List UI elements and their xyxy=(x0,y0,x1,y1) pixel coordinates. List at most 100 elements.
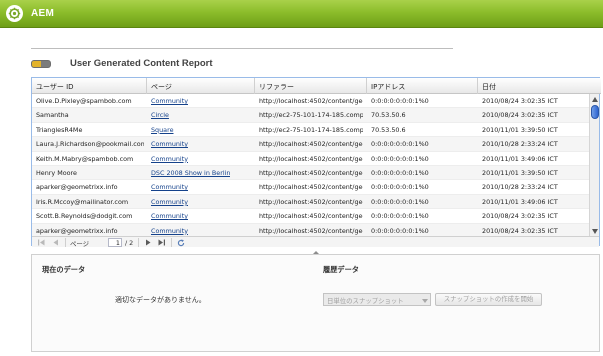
chevron-down-icon xyxy=(422,297,428,305)
cell-ip-address: 0:0:0:0:0:0:0:1%0 xyxy=(371,97,429,105)
vertical-scrollbar[interactable] xyxy=(589,94,599,236)
cell-date: 2010/11/01 3:39:50 ICT xyxy=(482,125,558,134)
cell-page-link[interactable]: Square xyxy=(151,126,174,134)
cell-user-id: Olive.D.Pixley@spambob.com xyxy=(36,97,132,105)
cell-ip-address: 70.53.50.6 xyxy=(371,111,406,120)
empty-data-message: 適切なデータがありません。 xyxy=(115,296,206,304)
table-row[interactable]: Laura.J.Richardson@pookmail.com Communit… xyxy=(32,137,590,152)
table-row[interactable]: aparker@geometrixx.info Community http:/… xyxy=(32,223,590,236)
divider xyxy=(31,48,453,49)
cell-ip-address: 0:0:0:0:0:0:0:1%0 xyxy=(371,226,429,235)
cell-user-id: aparker@geometrixx.info xyxy=(36,183,118,192)
cell-date: 2010/10/28 2:33:24 ICT xyxy=(482,140,558,149)
cell-referrer: http://localhost:4502/content/geo xyxy=(259,226,363,235)
cell-referrer: http://ec2-75-101-174-185.compu xyxy=(259,111,363,120)
cell-referrer: http://localhost:4502/content/geo xyxy=(259,168,363,177)
column-divider[interactable] xyxy=(254,78,255,94)
cell-ip-address: 0:0:0:0:0:0:0:1%0 xyxy=(371,168,429,177)
snapshot-panel: 現在のデータ 適切なデータがありません。 履歴データ 日単位のスナップショット … xyxy=(31,254,600,352)
scroll-up-icon[interactable] xyxy=(591,95,599,103)
cell-page-link[interactable]: Community xyxy=(151,183,188,191)
grid-header: ユーザー ID ページ リファラー IPアドレス 日付 xyxy=(32,78,601,94)
cell-user-id: TrianglesR4Me xyxy=(36,125,83,134)
cell-ip-address: 0:0:0:0:0:0:0:1%0 xyxy=(371,197,429,206)
cell-page-link[interactable]: Community xyxy=(151,227,188,235)
cell-user-id: Laura.J.Richardson@pookmail.com xyxy=(36,140,144,149)
refresh-icon[interactable] xyxy=(176,238,185,247)
cell-user-id: Iris.R.Mccoy@mailinator.com xyxy=(36,197,129,206)
table-row[interactable]: Samantha Circle http://ec2-75-101-174-18… xyxy=(32,108,590,123)
aem-logo-icon[interactable] xyxy=(6,5,23,22)
cell-user-id: Henry Moore xyxy=(36,168,77,177)
page-title: User Generated Content Report xyxy=(70,58,213,69)
column-header-ip-address[interactable]: IPアドレス xyxy=(371,82,405,92)
cell-user-id: Samantha xyxy=(36,111,69,120)
column-header-date[interactable]: 日付 xyxy=(482,82,496,92)
cell-page-link[interactable]: Community xyxy=(151,97,188,105)
column-divider[interactable] xyxy=(146,78,147,94)
table-row[interactable]: Iris.R.Mccoy@mailinator.com Community ht… xyxy=(32,194,590,210)
cell-referrer: http://localhost:4502/content/geo xyxy=(259,197,363,206)
cell-page-link[interactable]: Circle xyxy=(151,111,169,119)
cell-date: 2010/08/24 3:02:35 ICT xyxy=(482,97,558,105)
cell-page-link[interactable]: Community xyxy=(151,198,188,206)
toolbar-separator xyxy=(65,238,66,247)
cell-referrer: http://localhost:4502/content/geo xyxy=(259,154,363,163)
cell-date: 2010/08/24 3:02:35 ICT xyxy=(482,111,558,120)
column-divider[interactable] xyxy=(477,78,478,94)
cell-referrer: http://ec2-75-101-174-185.compu xyxy=(259,125,363,134)
cell-referrer: http://localhost:4502/content/geo xyxy=(259,140,363,149)
column-header-page[interactable]: ページ xyxy=(151,82,172,92)
scroll-down-icon[interactable] xyxy=(591,227,599,235)
report-icon xyxy=(31,60,51,68)
cell-date: 2010/08/24 3:02:35 ICT xyxy=(482,212,558,221)
table-row[interactable]: TrianglesR4Me Square http://ec2-75-101-1… xyxy=(32,123,590,138)
cell-referrer: http://localhost:4502/content/geo xyxy=(259,97,363,105)
report-grid: ユーザー ID ページ リファラー IPアドレス 日付 Olive.D.Pixl… xyxy=(31,77,601,248)
scrollbar-thumb[interactable] xyxy=(591,105,599,119)
snapshot-interval-value: 日単位のスナップショット xyxy=(327,297,404,305)
previous-page-icon[interactable] xyxy=(51,238,60,247)
next-page-icon[interactable] xyxy=(143,238,152,247)
total-pages-label: / 2 xyxy=(125,239,134,247)
cell-page-link[interactable]: DSC 2008 Show in Berlin xyxy=(151,169,230,177)
cell-referrer: http://localhost:4502/content/geo xyxy=(259,212,363,221)
app-title: AEM xyxy=(31,8,55,19)
table-row[interactable]: Keith.M.Mabry@spambob.com Community http… xyxy=(32,152,590,166)
table-row[interactable]: Scott.B.Reynolds@dodgit.com Community ht… xyxy=(32,209,590,224)
first-page-icon[interactable] xyxy=(37,238,46,247)
app-header: AEM xyxy=(0,0,603,28)
cell-page-link[interactable]: Community xyxy=(151,140,188,148)
cell-user-id: aparker@geometrixx.info xyxy=(36,226,118,235)
cell-date: 2010/10/28 2:33:24 ICT xyxy=(482,183,558,192)
cell-ip-address: 0:0:0:0:0:0:0:1%0 xyxy=(371,140,429,149)
cell-page-link[interactable]: Community xyxy=(151,212,188,220)
current-data-title: 現在のデータ xyxy=(42,265,86,274)
column-header-referrer[interactable]: リファラー xyxy=(259,82,294,92)
toolbar-separator xyxy=(171,238,172,247)
last-page-icon[interactable] xyxy=(157,238,166,247)
cell-user-id: Scott.B.Reynolds@dodgit.com xyxy=(36,212,133,221)
history-data-title: 履歴データ xyxy=(323,265,359,274)
snapshot-interval-select[interactable]: 日単位のスナップショット xyxy=(323,293,431,306)
column-header-user-id[interactable]: ユーザー ID xyxy=(36,82,74,92)
page-number-input[interactable]: 1 xyxy=(108,238,122,247)
cell-user-id: Keith.M.Mabry@spambob.com xyxy=(36,154,134,163)
cell-date: 2010/11/01 3:49:06 ICT xyxy=(482,154,558,163)
paging-toolbar: ページ 1 / 2 xyxy=(32,236,599,248)
cell-ip-address: 0:0:0:0:0:0:0:1%0 xyxy=(371,183,429,192)
cell-date: 2010/08/24 3:02:35 ICT xyxy=(482,226,558,235)
cell-date: 2010/11/01 3:39:50 ICT xyxy=(482,168,558,177)
page-label: ページ xyxy=(70,240,90,248)
start-snapshot-button[interactable]: スナップショットの作成を開始 xyxy=(435,293,542,306)
table-row[interactable]: aparker@geometrixx.info Community http:/… xyxy=(32,180,590,195)
cell-ip-address: 70.53.50.6 xyxy=(371,125,406,134)
column-divider[interactable] xyxy=(366,78,367,94)
cell-ip-address: 0:0:0:0:0:0:0:1%0 xyxy=(371,212,429,221)
table-row[interactable]: Olive.D.Pixley@spambob.com Community htt… xyxy=(32,94,590,109)
cell-referrer: http://localhost:4502/content/geo xyxy=(259,183,363,192)
toolbar-separator xyxy=(138,238,139,247)
cell-page-link[interactable]: Community xyxy=(151,155,188,163)
cell-date: 2010/11/01 3:49:06 ICT xyxy=(482,197,558,206)
table-row[interactable]: Henry Moore DSC 2008 Show in Berlin http… xyxy=(32,165,590,181)
